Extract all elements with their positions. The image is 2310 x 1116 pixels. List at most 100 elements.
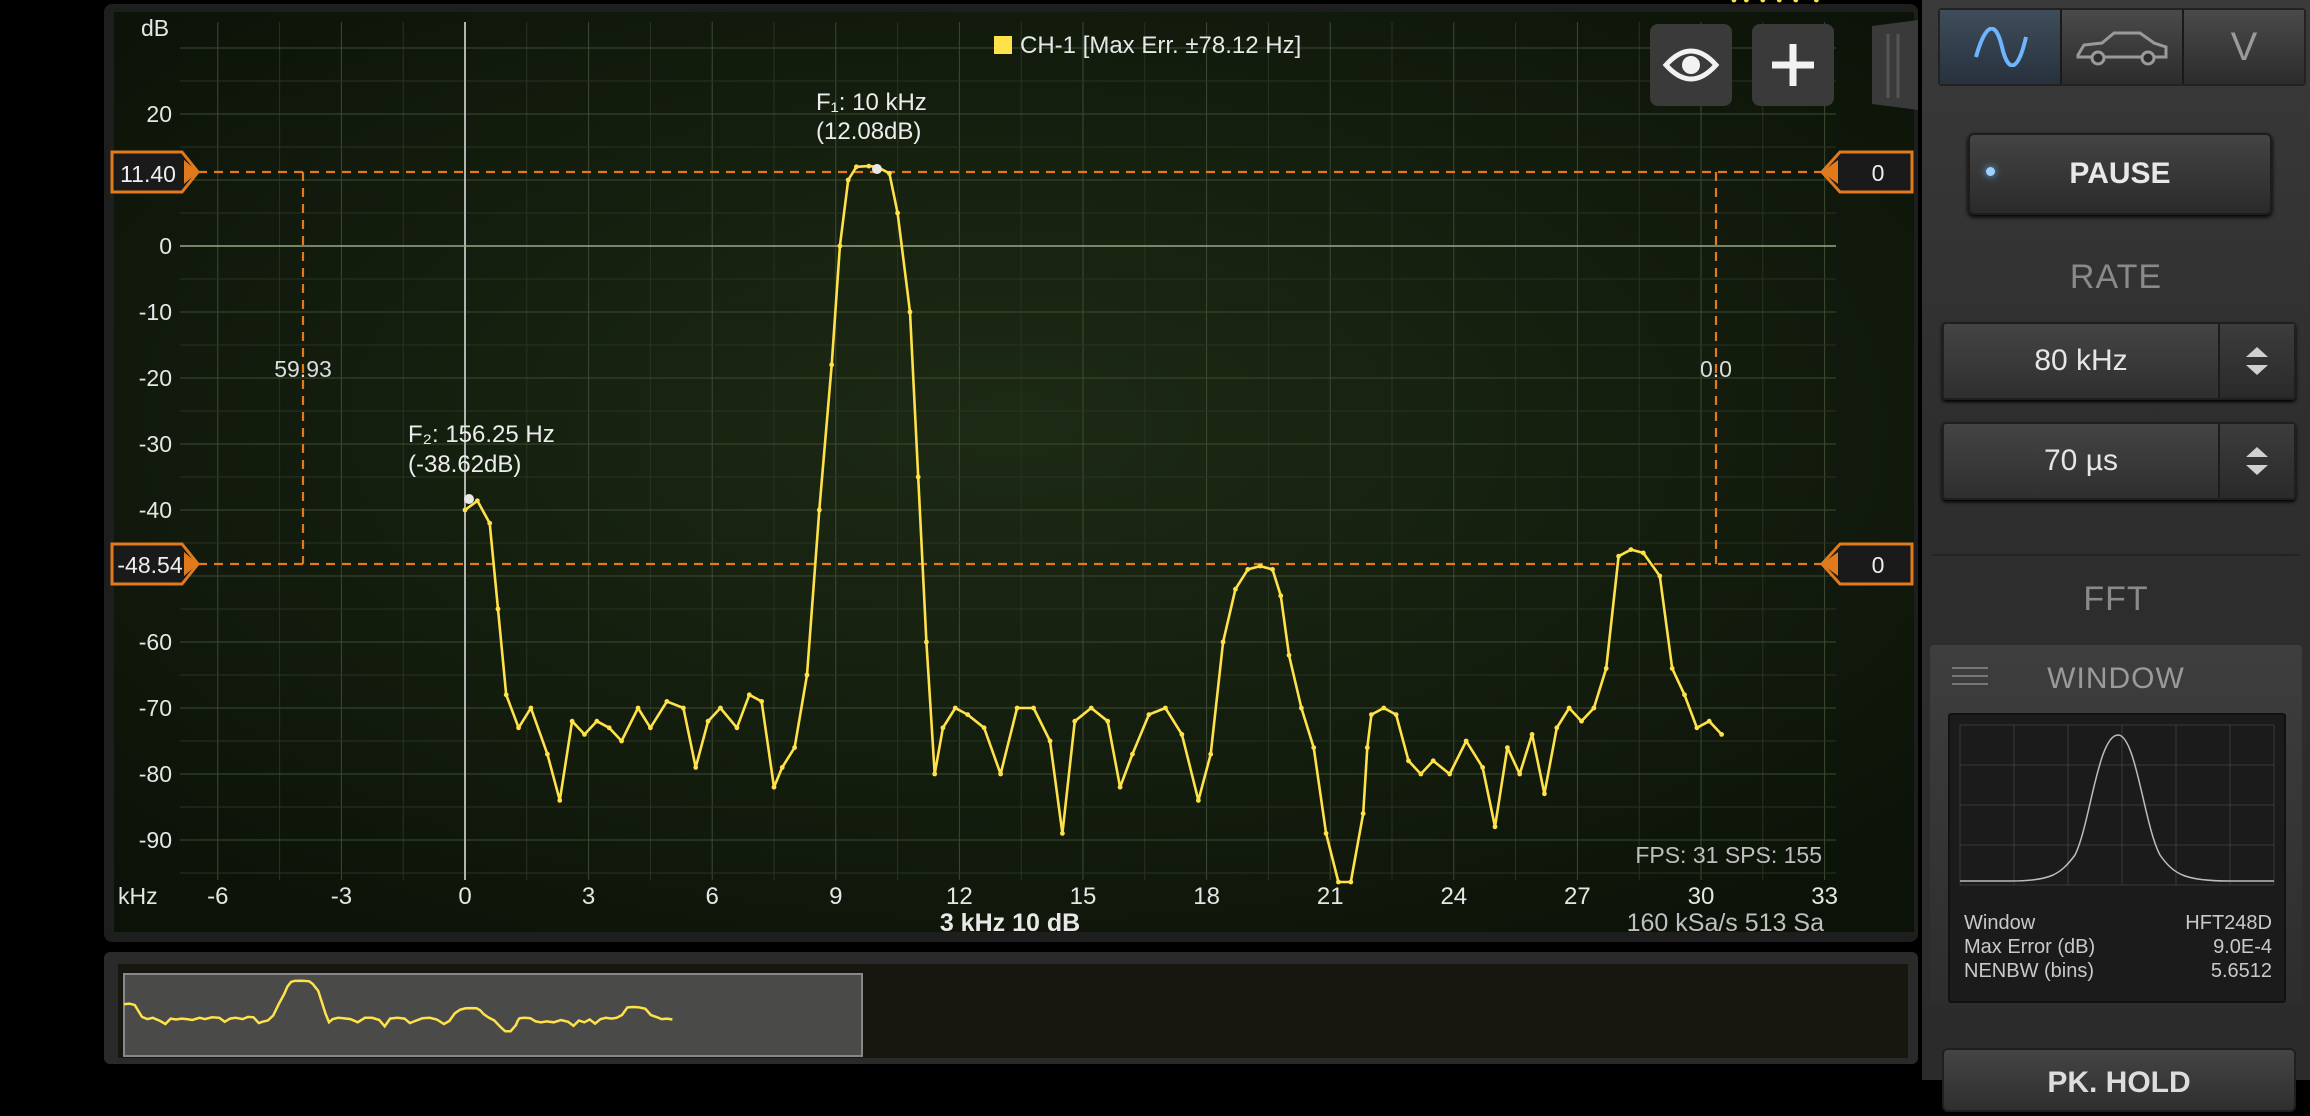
fft-scope[interactable]: 200-10-20-30-40-60-70-80-90 -6 -3 0 3 6 9 12 15… <box>0 0 1920 1080</box>
trace-point <box>545 751 550 757</box>
tab-signal[interactable] <box>1940 10 2062 84</box>
trace-point <box>1146 712 1152 717</box>
delta-value-right: 0.0 <box>1700 356 1732 382</box>
trace-point <box>1163 705 1168 711</box>
trace-point <box>1195 798 1201 803</box>
x-tick-label: 6 <box>706 883 719 910</box>
x-tick-label: 12 <box>946 883 973 910</box>
f1-label: F₁: 10 kHz <box>816 89 927 116</box>
trace-point <box>998 771 1003 777</box>
y-tick-label: -60 <box>139 629 172 655</box>
trace-point <box>1298 705 1304 711</box>
trace-point <box>1208 751 1214 757</box>
up-down-arrows-icon <box>2246 347 2268 375</box>
x-tick-label: 27 <box>1564 883 1591 910</box>
nenbw-value: 5.6512 <box>2210 960 2272 982</box>
trace-point <box>854 164 859 170</box>
window-function-plot <box>1959 724 2275 886</box>
plot-background[interactable] <box>114 12 1914 932</box>
tab-voltage[interactable]: V <box>2184 10 2304 84</box>
trace-point <box>582 732 587 737</box>
x-tick-label: 33 <box>1811 883 1838 910</box>
overview-strip[interactable] <box>104 952 1918 1064</box>
trace-point <box>1554 725 1560 731</box>
marker-tag-top-left[interactable]: 11.40 <box>110 150 200 194</box>
y-tick-label: 0 <box>159 233 172 259</box>
x-tick-label: 21 <box>1317 883 1344 910</box>
trace-point <box>1014 705 1020 711</box>
trace-point <box>1669 666 1675 671</box>
trace-point <box>940 725 946 731</box>
trace-point <box>1369 712 1374 717</box>
peak-hold-button[interactable]: PK. HOLD <box>1942 1048 2296 1112</box>
delta-value-left: 59.93 <box>274 356 332 382</box>
trace-point <box>1364 745 1370 750</box>
trace-point <box>1270 567 1275 572</box>
trace-point <box>759 699 765 704</box>
panel-divider <box>1932 554 2300 556</box>
x-tick-label: 15 <box>1070 883 1097 910</box>
trace-point <box>1060 831 1065 836</box>
marker-tag-bottom-right[interactable]: 0 <box>1819 542 1914 586</box>
trace-point <box>895 210 900 216</box>
trace-point <box>779 765 785 770</box>
trace-point <box>1591 705 1597 711</box>
y-tick-label: -40 <box>139 497 172 523</box>
y-tick-label: 20 <box>146 101 172 127</box>
trace-point <box>1072 718 1078 724</box>
trace-point <box>569 718 575 724</box>
time-spinner[interactable]: 70 µs <box>1942 422 2296 500</box>
peak-marker-f2[interactable] <box>464 494 474 504</box>
time-value: 70 µs <box>2044 444 2118 477</box>
window-preview: Window HFT248D Max Error (dB) 9.0E-4 NENBW… <box>1948 713 2286 1003</box>
tab-car[interactable] <box>2062 10 2184 84</box>
trace-point <box>462 507 468 513</box>
trace-point <box>718 705 723 711</box>
trace-point <box>1447 771 1453 777</box>
status-led <box>1986 167 1995 176</box>
trace-point <box>1694 725 1700 731</box>
x-tick-label: 24 <box>1440 883 1467 910</box>
trace-point <box>886 171 892 176</box>
trace-point <box>1719 732 1724 737</box>
trace-point <box>635 705 641 711</box>
add-button[interactable] <box>1752 24 1834 106</box>
nenbw-key: NENBW (bins) <box>1964 960 2095 982</box>
trace-point <box>680 705 686 711</box>
rate-spinner[interactable]: 80 kHz <box>1942 322 2296 400</box>
trace-point <box>1257 563 1263 569</box>
trace-point <box>1579 718 1584 724</box>
max-error-key: Max Error (dB) <box>1964 936 2096 958</box>
trace-point <box>771 784 777 790</box>
f2-value: (-38.62dB) <box>408 451 521 478</box>
up-down-arrows-icon <box>2246 447 2268 475</box>
trace-point <box>474 498 480 504</box>
marker-value-top: 11.40 <box>120 161 176 187</box>
trace-point <box>1323 831 1329 836</box>
trace-point <box>1616 553 1621 559</box>
trace-point <box>1105 718 1111 724</box>
trace-point <box>1360 811 1366 816</box>
y-tick-label: -80 <box>139 761 172 787</box>
trace-point <box>1430 758 1436 764</box>
trace-point <box>981 725 987 731</box>
trace-point <box>1640 550 1646 556</box>
trace-point <box>1381 705 1387 711</box>
trace-point <box>734 725 740 731</box>
peak-marker-f1[interactable] <box>872 164 882 174</box>
overview-viewport[interactable] <box>123 973 863 1057</box>
pause-button[interactable]: PAUSE <box>1968 133 2272 215</box>
trace-point <box>932 771 938 777</box>
window-name-value: HFT248D <box>2185 912 2272 934</box>
f1-value: (12.08dB) <box>816 118 921 145</box>
eye-button[interactable] <box>1650 24 1732 106</box>
trace-point <box>1031 705 1036 711</box>
time-stepper[interactable] <box>2218 424 2294 498</box>
marker-tag-top-right[interactable]: 0 <box>1819 150 1914 194</box>
rate-stepper[interactable] <box>2218 324 2294 398</box>
drawer-handle[interactable] <box>1872 20 1918 110</box>
trace-point <box>1220 639 1226 645</box>
trace-point <box>952 705 958 711</box>
marker-tag-bottom-left[interactable]: -48.54 <box>110 542 200 586</box>
window-selector[interactable]: WINDOW Window HFT248D Max Error (dB) 9.0E-… <box>1930 645 2302 1005</box>
